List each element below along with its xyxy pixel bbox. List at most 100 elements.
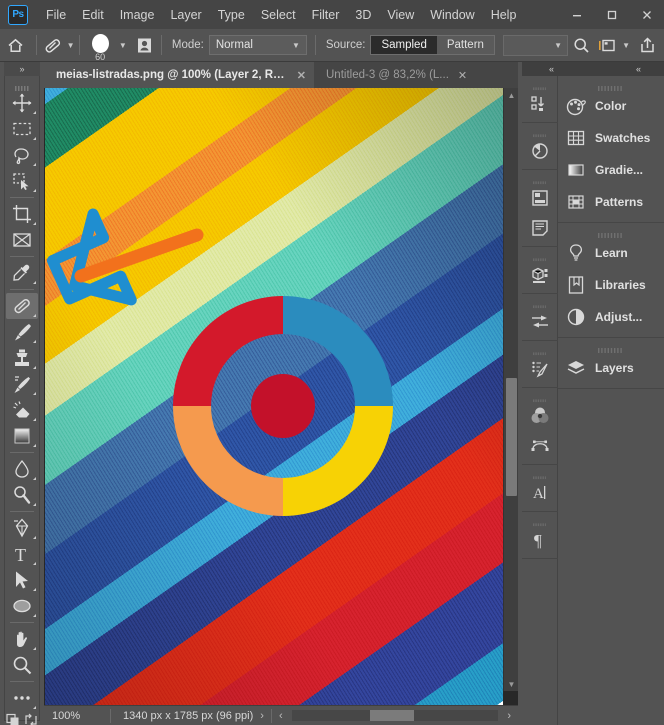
menu-3d[interactable]: 3D [347,4,379,26]
source-option-pattern[interactable]: Pattern [436,36,494,54]
pen-tool[interactable] [6,515,38,541]
menu-help[interactable]: Help [483,4,525,26]
blend-mode-select[interactable]: Normal ▼ [208,35,307,55]
actions-panel-icon[interactable] [523,89,557,119]
notes-panel-icon[interactable] [523,213,557,243]
panel-grip[interactable] [532,469,547,480]
menu-layer[interactable]: Layer [162,4,209,26]
scrollbar-thumb[interactable] [370,710,415,721]
share-button[interactable] [634,32,660,58]
horizontal-scrollbar[interactable] [291,710,499,721]
tablet-pressure-button[interactable] [133,33,157,57]
panel-grip[interactable] [598,80,624,91]
current-tool-thumbnail[interactable] [40,33,64,57]
hand-tool[interactable] [6,626,38,652]
panel-grip[interactable] [532,174,547,185]
type-tool[interactable]: T [6,541,38,567]
menu-window[interactable]: Window [422,4,482,26]
rectangular-marquee-tool[interactable] [6,116,38,142]
panel-item-libraries[interactable]: Libraries [558,269,664,301]
collapse-panels-button[interactable]: « [636,64,641,74]
panel-item-patterns[interactable]: Patterns [558,186,664,218]
menu-select[interactable]: Select [253,4,304,26]
panel-grip[interactable] [532,392,547,403]
gradient-tool[interactable] [6,423,38,449]
healing-brush-tool[interactable] [6,293,38,319]
clone-stamp-tool[interactable] [6,345,38,371]
arrange-documents-button[interactable] [594,32,620,58]
panel-grip[interactable] [532,80,547,91]
move-tool[interactable] [6,90,38,116]
panel-item-gradients[interactable]: Gradie... [558,154,664,186]
paths-panel-icon[interactable] [523,431,557,461]
menu-edit[interactable]: Edit [74,4,112,26]
panel-grip[interactable] [532,345,547,356]
menu-view[interactable]: View [379,4,422,26]
panel-grip[interactable] [532,298,547,309]
status-expand-icon[interactable]: › [253,710,271,722]
workspace-chevron-icon[interactable]: ▼ [622,41,630,50]
scroll-up-arrow-icon[interactable]: ▲ [504,88,518,102]
panel-grip[interactable] [532,127,547,138]
menu-image[interactable]: Image [112,4,163,26]
panel-item-swatches[interactable]: Swatches [558,122,664,154]
panel-grip[interactable] [532,516,547,527]
frame-tool[interactable] [6,227,38,253]
lasso-tool[interactable] [6,142,38,168]
tool-preset-chevron-icon[interactable]: ▼ [67,41,75,50]
minimize-button[interactable] [559,0,594,29]
panel-item-adjustments[interactable]: Adjust... [558,301,664,333]
brush-tool[interactable] [6,319,38,345]
menu-type[interactable]: Type [210,4,253,26]
crop-tool[interactable] [6,201,38,227]
dodge-tool[interactable] [6,482,38,508]
close-icon[interactable]: ✕ [297,69,306,82]
quick-mask-button[interactable] [5,713,22,725]
document-canvas[interactable] [45,88,503,705]
brush-picker-chevron-icon[interactable]: ▼ [119,41,127,50]
character-panel-icon[interactable]: A [523,478,557,508]
tab-meias-listradas[interactable]: meias-listradas.png @ 100% (Layer 2, RGB… [44,62,314,88]
quick-selection-tool[interactable] [6,168,38,194]
path-selection-tool[interactable] [6,567,38,593]
hscroll-right-arrow-icon[interactable]: › [500,710,518,722]
menu-filter[interactable]: Filter [304,4,348,26]
screen-mode-button[interactable] [23,713,39,725]
panel-item-color[interactable]: Color [558,90,664,122]
search-button[interactable] [568,32,594,58]
home-button[interactable] [0,37,32,54]
panel-item-learn[interactable]: Learn [558,237,664,269]
panel-grip[interactable] [598,342,624,353]
zoom-level[interactable]: 100% [44,710,110,722]
hscroll-left-arrow-icon[interactable]: ‹ [272,710,290,722]
zoom-tool[interactable] [6,652,38,678]
brush-size-preview[interactable]: 60 [83,30,116,62]
blur-tool[interactable] [6,456,38,482]
history-brush-tool[interactable] [6,371,38,397]
tab-untitled-3[interactable]: Untitled-3 @ 83,2% (L... ✕ [314,62,476,88]
close-icon[interactable]: ✕ [458,69,467,82]
eraser-tool[interactable] [6,397,38,423]
layer-comps-panel-icon[interactable] [523,183,557,213]
eyedropper-tool[interactable] [6,260,38,286]
edit-toolbar-tool[interactable] [6,685,38,711]
toolbar-collapse-button[interactable]: » [4,62,40,76]
panel-grip[interactable] [532,251,547,262]
maximize-button[interactable] [594,0,629,29]
tool-presets-panel-icon[interactable] [523,307,557,337]
collapse-icon-column-button[interactable]: « [549,64,554,74]
3d-panel-icon[interactable] [523,260,557,290]
panel-grip[interactable] [598,227,624,238]
scroll-down-arrow-icon[interactable]: ▼ [504,677,518,691]
history-panel-icon[interactable] [523,136,557,166]
pattern-picker[interactable]: ▼ [502,34,569,56]
paragraph-panel-icon[interactable]: ¶ [523,525,557,555]
scrollbar-thumb[interactable] [506,378,517,496]
channels-panel-icon[interactable] [523,401,557,431]
ellipse-tool[interactable] [6,593,38,619]
panel-item-layers[interactable]: Layers [558,352,664,384]
source-option-sampled[interactable]: Sampled [371,36,437,54]
canvas-vertical-scrollbar[interactable]: ▲ ▼ [503,88,518,691]
toolbar-grip[interactable] [15,79,29,91]
menu-file[interactable]: File [38,4,74,26]
